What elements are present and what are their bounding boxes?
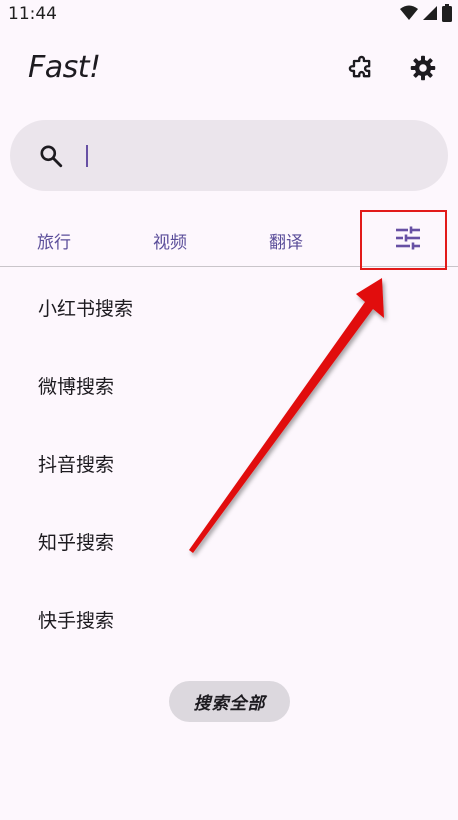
search-input[interactable] (94, 138, 418, 176)
search-icon (38, 143, 64, 173)
list-item-douyin[interactable]: 抖音搜索 (38, 450, 114, 477)
search-all-button[interactable]: 搜索全部 (169, 681, 290, 722)
status-bar: 11:44 (0, 0, 458, 28)
battery-icon (442, 4, 452, 26)
tab-travel[interactable]: 旅行 (37, 228, 71, 253)
list-item-xiaohongshu[interactable]: 小红书搜索 (38, 294, 133, 321)
status-icons (400, 4, 452, 26)
cellular-icon (422, 5, 438, 25)
app-title: Fast! (28, 50, 101, 85)
annotation-highlight-box (360, 210, 447, 270)
text-cursor (86, 145, 88, 167)
list-item-kuaishou[interactable]: 快手搜索 (38, 606, 114, 633)
settings-gear-icon[interactable] (407, 52, 439, 84)
tab-video[interactable]: 视频 (153, 228, 187, 253)
list-item-zhihu[interactable]: 知乎搜索 (38, 528, 114, 555)
tab-translate[interactable]: 翻译 (269, 228, 303, 253)
search-bar[interactable] (10, 120, 448, 191)
list-item-weibo[interactable]: 微博搜索 (38, 372, 114, 399)
status-time: 11:44 (8, 4, 57, 24)
wifi-icon (400, 5, 418, 25)
extension-icon[interactable] (345, 52, 377, 84)
